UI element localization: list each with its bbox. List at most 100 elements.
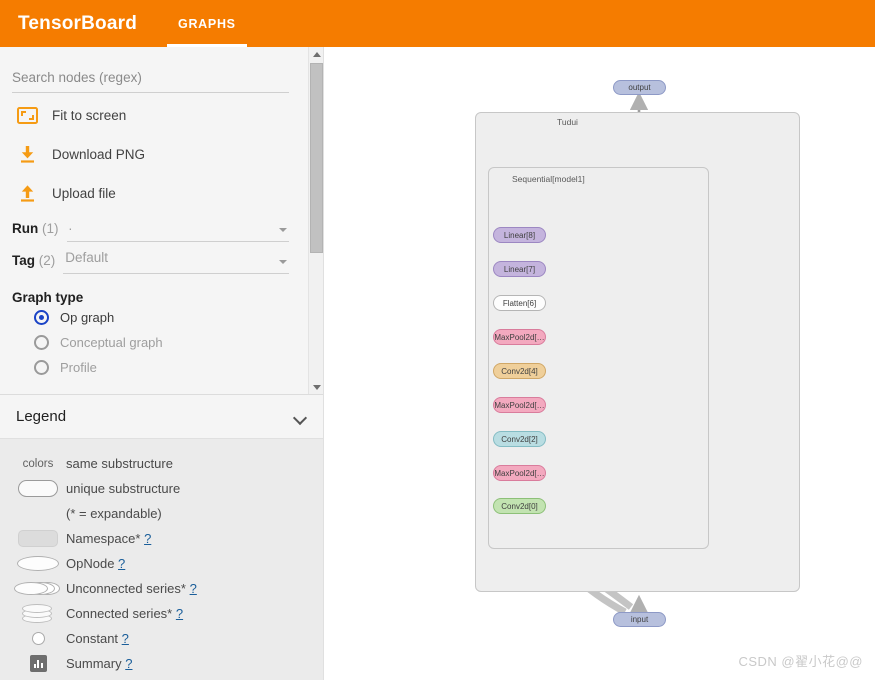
run-select[interactable]: . xyxy=(66,217,289,242)
upload-file-button[interactable]: Upload file xyxy=(12,177,311,210)
tag-count: (2) xyxy=(38,253,56,268)
legend-label: Unconnected series* ? xyxy=(66,581,197,596)
conv2d-0-node[interactable]: Conv2d[0] xyxy=(493,498,546,514)
radio-profile-label: Profile xyxy=(60,360,97,375)
chevron-down-icon[interactable] xyxy=(294,413,307,421)
tag-selector-row: Tag (2) Default xyxy=(12,249,289,274)
legend-body: colors same substructure unique substruc… xyxy=(0,439,323,680)
run-count: (1) xyxy=(42,221,59,236)
help-link[interactable]: ? xyxy=(144,531,151,546)
radio-profile[interactable]: Profile xyxy=(34,355,311,380)
summary-icon xyxy=(10,655,66,672)
tag-select[interactable]: Default xyxy=(63,249,289,274)
tag-label: Tag (2) xyxy=(12,253,55,274)
constant-icon xyxy=(10,632,66,645)
scroll-up-arrow-icon[interactable] xyxy=(309,47,323,62)
legend-label: (* = expandable) xyxy=(66,506,162,521)
sidebar: Fit to screen Download PNG xyxy=(0,47,324,680)
legend-row: Summary ? xyxy=(0,651,323,676)
legend-text: Summary xyxy=(66,656,122,671)
sequential-namespace[interactable] xyxy=(488,167,709,549)
download-png-label: Download PNG xyxy=(52,147,146,162)
run-label: Run (1) xyxy=(12,221,59,242)
help-link[interactable]: ? xyxy=(118,556,125,571)
app-header: TensorBoard GRAPHS xyxy=(0,0,875,47)
legend-row: Dataflow edge ? xyxy=(0,676,323,680)
run-value: . xyxy=(68,218,73,233)
maxpool2d-1-node[interactable]: MaxPool2d[… xyxy=(493,465,546,481)
download-icon xyxy=(12,143,42,167)
search-input[interactable] xyxy=(12,70,289,93)
help-link[interactable]: ? xyxy=(122,631,129,646)
watermark: CSDN @翟小花@@ xyxy=(738,654,863,669)
graph-type-title: Graph type xyxy=(12,290,84,305)
tab-graphs[interactable]: GRAPHS xyxy=(159,0,255,47)
scrollbar-thumb[interactable] xyxy=(310,63,323,253)
tensorboard-app: TensorBoard GRAPHS Fit to screen xyxy=(0,0,875,680)
legend-row: Namespace* ? xyxy=(0,526,323,551)
chevron-down-icon xyxy=(279,260,287,264)
legend-text: OpNode xyxy=(66,556,115,571)
sequential-namespace-label: Sequential[model1] xyxy=(512,174,585,184)
opnode-icon xyxy=(10,556,66,571)
legend-label: Namespace* ? xyxy=(66,531,151,546)
legend-label: Summary ? xyxy=(66,656,132,671)
legend-text: Constant xyxy=(66,631,119,646)
sidebar-controls-pane: Fit to screen Download PNG xyxy=(0,47,323,395)
legend-text: Connected series* xyxy=(66,606,173,621)
radio-conceptual-graph-indicator[interactable] xyxy=(34,335,49,350)
legend-row: colors same substructure xyxy=(0,451,323,476)
namespace-icon xyxy=(10,530,66,547)
conv2d-4-node[interactable]: Conv2d[4] xyxy=(493,363,546,379)
output-node[interactable]: output xyxy=(613,80,666,95)
run-label-text: Run xyxy=(12,221,39,236)
legend-text: Unconnected series* xyxy=(66,581,186,596)
linear-7-node[interactable]: Linear[7] xyxy=(493,261,546,277)
flatten-6-node[interactable]: Flatten[6] xyxy=(493,295,546,311)
search-wrapper xyxy=(12,47,289,93)
maxpool2d-3-node[interactable]: MaxPool2d[… xyxy=(493,397,546,413)
legend-label: OpNode ? xyxy=(66,556,125,571)
legend-row: Connected series* ? xyxy=(0,601,323,626)
tag-value: Default xyxy=(65,250,109,265)
legend-row: (* = expandable) xyxy=(0,501,323,526)
legend-title: Legend xyxy=(16,408,67,425)
conv2d-2-node[interactable]: Conv2d[2] xyxy=(493,431,546,447)
radio-conceptual-graph-label: Conceptual graph xyxy=(60,335,163,350)
tudui-namespace-label: Tudui xyxy=(557,117,578,127)
legend-row: unique substructure xyxy=(0,476,323,501)
fit-to-screen-icon xyxy=(12,104,42,128)
radio-profile-indicator[interactable] xyxy=(34,360,49,375)
fit-to-screen-button[interactable]: Fit to screen xyxy=(12,99,311,132)
graph-canvas[interactable]: Tudui Sequential[model1] output Linear[8… xyxy=(325,47,875,680)
radio-op-graph[interactable]: Op graph xyxy=(34,305,311,330)
help-link[interactable]: ? xyxy=(125,656,132,671)
header-tabs: GRAPHS xyxy=(159,0,255,47)
legend-label: Connected series* ? xyxy=(66,606,183,621)
scroll-down-arrow-icon[interactable] xyxy=(309,380,323,394)
upload-icon xyxy=(12,182,42,206)
colors-label: colors xyxy=(22,457,54,470)
radio-op-graph-indicator[interactable] xyxy=(34,310,49,325)
chevron-down-icon xyxy=(279,228,287,232)
legend-row: OpNode ? xyxy=(0,551,323,576)
legend-label: Constant ? xyxy=(66,631,129,646)
app-brand: TensorBoard xyxy=(18,12,138,34)
legend-row: Unconnected series* ? xyxy=(0,576,323,601)
upload-file-label: Upload file xyxy=(52,186,116,201)
help-link[interactable]: ? xyxy=(176,606,183,621)
radio-op-graph-label: Op graph xyxy=(60,310,115,325)
input-node[interactable]: input xyxy=(613,612,666,627)
tag-label-text: Tag xyxy=(12,253,35,268)
legend-label: same substructure xyxy=(66,456,173,471)
download-png-button[interactable]: Download PNG xyxy=(12,138,311,171)
run-selector-row: Run (1) . xyxy=(12,217,289,242)
radio-conceptual-graph[interactable]: Conceptual graph xyxy=(34,330,311,355)
unconnected-series-icon xyxy=(10,581,66,597)
legend-header[interactable]: Legend xyxy=(0,395,323,439)
sidebar-scrollbar[interactable] xyxy=(308,47,323,394)
legend-row: Constant ? xyxy=(0,626,323,651)
help-link[interactable]: ? xyxy=(190,581,197,596)
linear-8-node[interactable]: Linear[8] xyxy=(493,227,546,243)
maxpool2d-5-node[interactable]: MaxPool2d[… xyxy=(493,329,546,345)
